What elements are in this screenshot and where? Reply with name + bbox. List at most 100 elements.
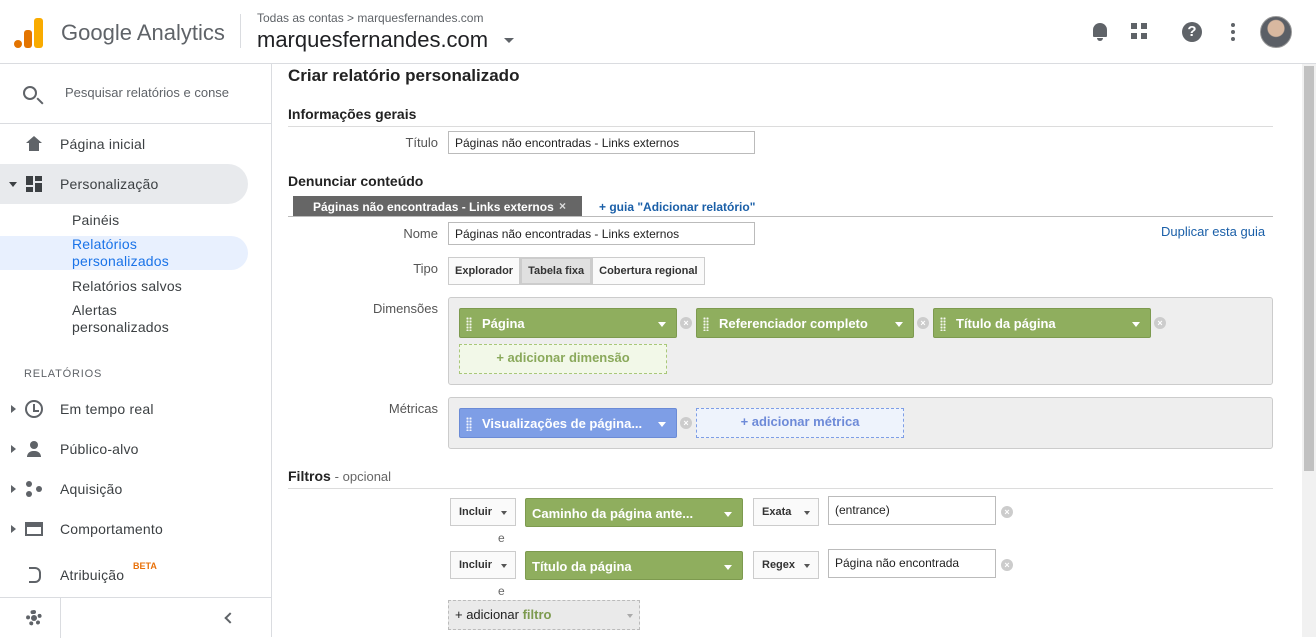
remove-icon[interactable]: × <box>1154 317 1166 329</box>
remove-icon[interactable]: × <box>1001 506 1013 518</box>
and-label: e <box>498 531 505 545</box>
scrollbar-thumb[interactable] <box>1304 66 1314 471</box>
collapse-chevron-icon[interactable] <box>224 612 236 624</box>
drag-handle-icon[interactable] <box>703 317 709 331</box>
filter-value-input[interactable]: (entrance) <box>828 496 996 525</box>
search-bar[interactable]: Pesquisar relatórios e conse <box>0 64 272 124</box>
report-tab[interactable]: Páginas não encontradas - Links externos… <box>293 196 582 217</box>
filter-dimension-chip[interactable]: Caminho da página ante... <box>525 498 743 527</box>
filter-match-select[interactable]: Regex <box>753 551 819 579</box>
beta-badge: BETA <box>133 561 157 571</box>
remove-icon[interactable]: × <box>680 417 692 429</box>
more-vert-icon[interactable] <box>1221 20 1245 44</box>
dimensions-panel: Página × Referenciador completo × Título… <box>448 297 1273 385</box>
add-metric-button[interactable]: + adicionar métrica <box>696 408 904 438</box>
filter-include-select[interactable]: Incluir <box>450 498 516 526</box>
type-map-overlay-button[interactable]: Cobertura regional <box>592 257 705 285</box>
chevron-down-icon <box>804 511 810 515</box>
metric-chip-pageviews[interactable]: Visualizações de página... <box>459 408 677 438</box>
type-selector: Explorador Tabela fixa Cobertura regiona… <box>448 257 705 285</box>
notifications-bell-icon[interactable] <box>1088 20 1112 44</box>
dashboard-icon <box>25 176 43 192</box>
filter-dimension-chip[interactable]: Título da página <box>525 551 743 580</box>
sidebar-item-customization[interactable]: Personalização <box>0 164 248 204</box>
tab-underline <box>288 216 1273 217</box>
filters-title: Filtros <box>288 468 331 484</box>
general-info-heading: Informações gerais <box>288 106 417 122</box>
main-content: Criar relatório personalizado Informaçõe… <box>273 64 1302 637</box>
drag-handle-icon[interactable] <box>940 317 946 331</box>
sidebar-item-saved-reports[interactable]: Relatórios salvos <box>0 276 248 298</box>
dimension-chip-page[interactable]: Página <box>459 308 677 338</box>
title-label: Título <box>405 135 438 150</box>
analytics-logo-icon[interactable] <box>14 16 44 48</box>
page-title: Criar relatório personalizado <box>288 66 520 85</box>
scrollbar[interactable] <box>1302 64 1316 637</box>
drag-handle-icon[interactable] <box>466 317 472 331</box>
sidebar-item-custom-reports[interactable]: Relatórios personalizados <box>0 236 248 270</box>
divider <box>240 14 241 48</box>
sidebar-item-home[interactable]: Página inicial <box>0 124 248 164</box>
help-icon[interactable] <box>1180 20 1204 44</box>
type-explorer-button[interactable]: Explorador <box>448 257 521 285</box>
report-tab-label: Páginas não encontradas - Links externos <box>313 200 554 214</box>
remove-icon[interactable]: × <box>917 317 929 329</box>
apps-grid-icon[interactable] <box>1128 20 1152 44</box>
add-filter-button[interactable]: + adicionar filtro <box>448 600 640 630</box>
dimensions-label: Dimensões <box>372 301 438 316</box>
chevron-down-icon[interactable] <box>504 38 514 43</box>
acquisition-icon <box>25 481 43 497</box>
divider <box>288 488 1273 489</box>
caret-right-icon <box>11 485 16 493</box>
add-report-tab-link[interactable]: + guia "Adicionar relatório" <box>599 200 755 214</box>
chevron-down-icon[interactable] <box>658 422 666 427</box>
caret-right-icon <box>11 525 16 533</box>
name-label: Nome <box>403 226 438 241</box>
filter-value-input[interactable]: Página não encontrada <box>828 549 996 578</box>
search-input[interactable]: Pesquisar relatórios e conse <box>65 85 230 100</box>
chevron-down-icon <box>501 511 507 515</box>
name-input[interactable]: Páginas não encontradas - Links externos <box>448 222 755 245</box>
behavior-icon <box>25 522 43 536</box>
and-label: e <box>498 584 505 598</box>
sidebar-item-attribution[interactable]: Atribuição BETA <box>0 555 248 595</box>
avatar[interactable] <box>1260 16 1292 48</box>
close-icon[interactable]: × <box>559 199 566 213</box>
filter-match-select[interactable]: Exata <box>753 498 819 526</box>
chevron-down-icon[interactable] <box>1132 322 1140 327</box>
dimension-chip-page-title[interactable]: Título da página <box>933 308 1151 338</box>
account-selector[interactable]: marquesfernandes.com <box>257 27 488 53</box>
sidebar-item-custom-alerts[interactable]: Alertas personalizados <box>0 302 248 336</box>
caret-right-icon <box>11 405 16 413</box>
chevron-down-icon <box>627 614 633 618</box>
divider <box>60 598 61 638</box>
drag-handle-icon[interactable] <box>466 417 472 431</box>
filter-include-select[interactable]: Incluir <box>450 551 516 579</box>
title-input[interactable]: Páginas não encontradas - Links externos <box>448 131 755 154</box>
sidebar-item-acquisition[interactable]: Aquisição <box>0 469 248 509</box>
gear-icon[interactable] <box>26 610 42 626</box>
sidebar: Pesquisar relatórios e conse Página inic… <box>0 64 272 638</box>
add-dimension-button[interactable]: + adicionar dimensão <box>459 344 667 374</box>
chevron-down-icon[interactable] <box>895 322 903 327</box>
dimension-chip-full-referrer[interactable]: Referenciador completo <box>696 308 914 338</box>
chevron-down-icon[interactable] <box>724 565 732 570</box>
sidebar-item-realtime[interactable]: Em tempo real <box>0 389 248 429</box>
duplicate-tab-link[interactable]: Duplicar esta guia <box>1161 224 1265 239</box>
remove-icon[interactable]: × <box>680 317 692 329</box>
sidebar-item-audience[interactable]: Público-alvo <box>0 429 248 469</box>
breadcrumb[interactable]: Todas as contas > marquesfernandes.com <box>257 11 483 25</box>
type-flat-table-button[interactable]: Tabela fixa <box>520 257 593 285</box>
chevron-down-icon[interactable] <box>724 512 732 517</box>
sidebar-footer <box>0 597 272 638</box>
sidebar-item-behavior[interactable]: Comportamento <box>0 509 248 549</box>
sidebar-item-dashboards[interactable]: Painéis <box>0 210 248 232</box>
attribution-icon <box>29 567 41 583</box>
brand-name: Google Analytics <box>61 20 225 45</box>
home-icon <box>25 136 43 152</box>
report-content-heading: Denunciar conteúdo <box>288 173 424 189</box>
chevron-down-icon[interactable] <box>658 322 666 327</box>
filters-heading: Filtros - opcional <box>288 468 391 484</box>
remove-icon[interactable]: × <box>1001 559 1013 571</box>
type-label: Tipo <box>413 261 438 276</box>
